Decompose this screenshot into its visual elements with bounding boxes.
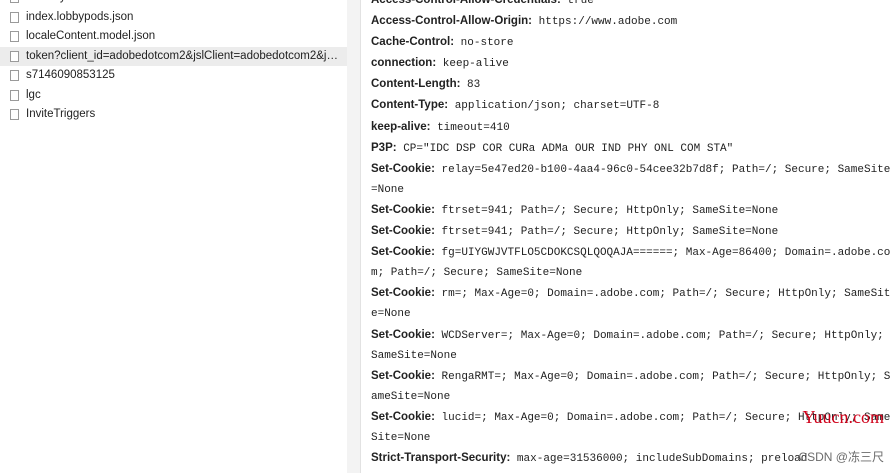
header-key: Set-Cookie: bbox=[371, 369, 435, 382]
header-row: connection: keep-alive bbox=[371, 53, 894, 74]
request-name: token?client_id=adobedotcom2&jslClient=a… bbox=[26, 49, 345, 62]
document-icon bbox=[10, 11, 19, 23]
document-icon bbox=[10, 70, 19, 81]
header-value: ftrset=941; Path=/; Secure; HttpOnly; Sa… bbox=[441, 226, 779, 239]
header-value: keep-alive bbox=[442, 58, 509, 71]
header-key: Content-Type: bbox=[371, 99, 449, 112]
request-name: index.lobbypods.json bbox=[26, 10, 134, 23]
header-row: Set-Cookie: fg=UIYGWJVTFLO5CDOKCSQLQOQAJ… bbox=[371, 242, 894, 283]
credit-text: CSDN @冻三尺 bbox=[798, 450, 884, 464]
header-key: Set-Cookie: bbox=[371, 328, 435, 341]
header-value: fg=UIYGWJVTFLO5CDOKCSQLQOQAJA======; Max… bbox=[371, 247, 891, 280]
header-value: WCDServer=; Max-Age=0; Domain=.adobe.com… bbox=[371, 329, 884, 362]
request-row[interactable]: lgc bbox=[0, 86, 347, 106]
request-row[interactable]: InviteTriggers bbox=[0, 105, 347, 125]
header-key: Strict-Transport-Security: bbox=[371, 452, 511, 465]
header-key: Set-Cookie: bbox=[371, 246, 435, 259]
header-row: Content-Type: application/json; charset=… bbox=[371, 95, 894, 116]
request-row[interactable]: localeContent.model.json bbox=[0, 27, 347, 47]
header-row: Set-Cookie: ftrset=941; Path=/; Secure; … bbox=[371, 221, 894, 242]
header-row: Set-Cookie: ftrset=941; Path=/; Secure; … bbox=[371, 200, 894, 221]
request-name: deliveryToken?adobeSessionId=foo&... bbox=[26, 0, 225, 3]
header-value: ftrset=941; Path=/; Secure; HttpOnly; Sa… bbox=[441, 204, 779, 217]
header-key: Access-Control-Allow-Credentials: bbox=[371, 0, 561, 6]
header-value: true bbox=[567, 0, 594, 7]
request-name: InviteTriggers bbox=[26, 108, 96, 120]
header-value: no-store bbox=[460, 37, 514, 50]
request-list-pane: deliveryToken?adobeSessionId=foo&... inde… bbox=[0, 0, 348, 473]
header-row: Set-Cookie: WCDServer=; Max-Age=0; Domai… bbox=[371, 325, 894, 366]
request-name: lgc bbox=[26, 88, 41, 101]
header-row: Cache-Control: no-store bbox=[371, 32, 894, 53]
document-icon bbox=[10, 50, 19, 62]
document-icon bbox=[10, 109, 19, 120]
document-icon bbox=[10, 31, 19, 42]
request-row[interactable]: deliveryToken?adobeSessionId=foo&... bbox=[0, 0, 347, 8]
request-list: deliveryToken?adobeSessionId=foo&... inde… bbox=[0, 0, 347, 125]
header-value: RengaRMT=; Max-Age=0; Domain=.adobe.com;… bbox=[371, 370, 891, 403]
header-key: Set-Cookie: bbox=[371, 287, 435, 300]
header-row: Vary: Accept-Encoding bbox=[371, 469, 894, 473]
header-key: Cache-Control: bbox=[371, 36, 455, 49]
header-value: timeout=410 bbox=[437, 121, 510, 134]
header-row: P3P: CP="IDC DSP COR CURa ADMa OUR IND P… bbox=[371, 138, 894, 159]
request-row[interactable]: s7146090853125 bbox=[0, 66, 347, 86]
header-value: application/json; charset=UTF-8 bbox=[454, 100, 660, 113]
pane-divider[interactable] bbox=[347, 0, 361, 473]
header-key: Set-Cookie: bbox=[371, 162, 435, 175]
response-headers-list: Access-Control-Allow-Credentials: true Ac… bbox=[371, 0, 894, 473]
header-key: Set-Cookie: bbox=[371, 225, 435, 238]
header-value: relay=5e47ed20-b100-4aa4-96c0-54cee32b7d… bbox=[371, 163, 891, 196]
header-key: Set-Cookie: bbox=[371, 410, 435, 423]
header-row: Access-Control-Allow-Origin: https://www… bbox=[371, 11, 894, 32]
document-icon bbox=[10, 0, 19, 3]
header-row: Set-Cookie: rm=; Max-Age=0; Domain=.adob… bbox=[371, 283, 894, 324]
header-key: Set-Cookie: bbox=[371, 203, 435, 216]
document-icon bbox=[10, 89, 19, 101]
header-value: rm=; Max-Age=0; Domain=.adobe.com; Path=… bbox=[371, 288, 891, 321]
header-row: keep-alive: timeout=410 bbox=[371, 117, 894, 138]
request-name: localeContent.model.json bbox=[26, 30, 156, 42]
header-key: keep-alive: bbox=[371, 120, 431, 133]
header-row: Access-Control-Allow-Credentials: true bbox=[371, 0, 894, 11]
request-name: s7146090853125 bbox=[26, 69, 115, 81]
header-value: CP="IDC DSP COR CURa ADMa OUR IND PHY ON… bbox=[403, 142, 734, 155]
header-key: Access-Control-Allow-Origin: bbox=[371, 15, 533, 28]
header-value: https://www.adobe.com bbox=[538, 16, 678, 29]
request-row[interactable]: token?client_id=adobedotcom2&jslClient=a… bbox=[0, 46, 347, 66]
header-value: 83 bbox=[467, 79, 481, 92]
header-row: Set-Cookie: relay=5e47ed20-b100-4aa4-96c… bbox=[371, 159, 894, 200]
header-value: max-age=31536000; includeSubDomains; pre… bbox=[516, 453, 808, 466]
header-key: P3P: bbox=[371, 141, 397, 154]
response-headers-pane: Access-Control-Allow-Credentials: true Ac… bbox=[361, 0, 896, 473]
header-row: Content-Length: 83 bbox=[371, 74, 894, 95]
watermark-text: Yuucn.com bbox=[802, 407, 884, 427]
request-row[interactable]: index.lobbypods.json bbox=[0, 8, 347, 28]
header-key: connection: bbox=[371, 57, 437, 70]
header-row: Set-Cookie: RengaRMT=; Max-Age=0; Domain… bbox=[371, 366, 894, 407]
header-key: Content-Length: bbox=[371, 78, 461, 91]
